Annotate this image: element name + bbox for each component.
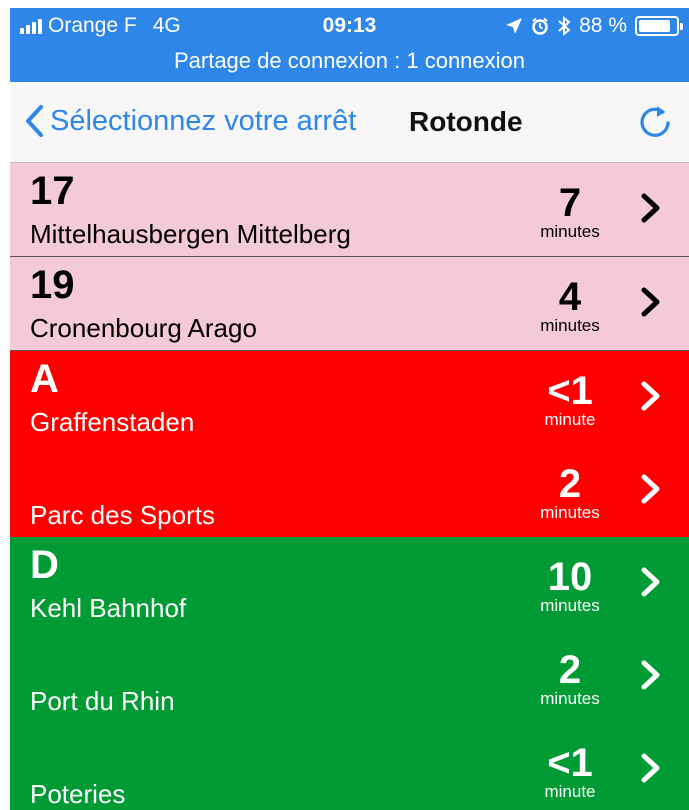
destination-label: Graffenstaden — [30, 407, 195, 437]
departure-row[interactable]: A Graffenstaden <1 minute — [10, 351, 689, 444]
chevron-right-icon — [641, 287, 660, 317]
refresh-icon[interactable] — [635, 102, 675, 142]
destination-label: Cronenbourg Arago — [30, 313, 257, 343]
line-number: 17 — [30, 169, 75, 213]
navigation-bar: Sélectionnez votre arrêt Rotonde — [10, 82, 689, 163]
line-group-17: 17 Mittelhausbergen Mittelberg 7 minutes — [10, 163, 689, 257]
wait-time-unit: minute — [544, 782, 596, 801]
page-title: Rotonde — [409, 106, 523, 137]
destination-label: Poteries — [30, 779, 126, 809]
chevron-right-icon — [641, 753, 660, 783]
wait-time: <1 minute — [520, 743, 620, 801]
back-label: Sélectionnez votre arrêt — [50, 104, 357, 137]
line-group-a: A Graffenstaden <1 minute Parc des Sport… — [10, 351, 689, 537]
destination-label: Parc des Sports — [30, 500, 215, 530]
wait-time: 7 minutes — [520, 183, 620, 241]
wait-time-value: <1 — [547, 369, 593, 413]
chevron-right-icon — [641, 474, 660, 504]
wait-time-value: 7 — [558, 181, 582, 225]
location-icon — [506, 18, 523, 34]
destination-label: Kehl Bahnhof — [30, 593, 187, 623]
departure-row[interactable]: Parc des Sports 2 minutes — [10, 444, 689, 537]
wait-time: <1 minute — [520, 371, 620, 429]
wait-time-unit: minute — [544, 410, 596, 429]
departure-row[interactable]: 17 Mittelhausbergen Mittelberg 7 minutes — [10, 163, 689, 257]
wait-time-unit: minutes — [540, 316, 600, 335]
wait-time: 2 minutes — [520, 650, 620, 708]
wait-time-unit: minutes — [540, 596, 600, 615]
destination-label: Mittelhausbergen Mittelberg — [30, 219, 351, 249]
departure-row[interactable]: Poteries <1 minute — [10, 723, 689, 810]
wait-time-value: 2 — [558, 648, 582, 692]
chevron-right-icon — [641, 381, 660, 411]
chevron-right-icon — [641, 660, 660, 690]
wait-time-value: 4 — [558, 275, 582, 319]
hotspot-banner[interactable]: Partage de connexion : 1 connexion — [10, 44, 689, 82]
destination-label: Port du Rhin — [30, 686, 175, 716]
departures-list: 17 Mittelhausbergen Mittelberg 7 minutes… — [10, 163, 689, 810]
wait-time-unit: minutes — [540, 503, 600, 522]
line-number: 19 — [30, 263, 75, 307]
departure-row[interactable]: D Kehl Bahnhof 10 minutes — [10, 537, 689, 630]
status-bar: Orange F 4G 09:13 88 % — [10, 8, 689, 44]
line-number: A — [30, 357, 59, 401]
wait-time-unit: minutes — [540, 689, 600, 708]
battery-percent: 88 % — [579, 14, 627, 37]
wait-time: 4 minutes — [520, 277, 620, 335]
wait-time: 10 minutes — [520, 557, 620, 615]
departure-row[interactable]: Port du Rhin 2 minutes — [10, 630, 689, 723]
line-group-d: D Kehl Bahnhof 10 minutes Port du Rhin 2… — [10, 537, 689, 810]
chevron-right-icon — [641, 567, 660, 597]
wait-time-value: 2 — [558, 462, 582, 506]
chevron-left-icon — [26, 105, 43, 137]
status-right: 88 % — [505, 14, 683, 38]
bluetooth-icon — [558, 16, 571, 36]
wait-time-value: <1 — [547, 741, 593, 785]
line-number: D — [30, 543, 59, 587]
wait-time-unit: minutes — [540, 222, 600, 241]
battery-icon — [635, 16, 683, 36]
alarm-icon — [532, 17, 548, 35]
line-group-19: 19 Cronenbourg Arago 4 minutes — [10, 257, 689, 351]
app-frame: Orange F 4G 09:13 88 % Partage de connex… — [10, 8, 689, 810]
wait-time: 2 minutes — [520, 464, 620, 522]
chevron-right-icon — [641, 193, 660, 223]
departure-row[interactable]: 19 Cronenbourg Arago 4 minutes — [10, 257, 689, 351]
back-button[interactable]: Sélectionnez votre arrêt — [24, 104, 356, 138]
wait-time-value: 10 — [547, 555, 593, 599]
